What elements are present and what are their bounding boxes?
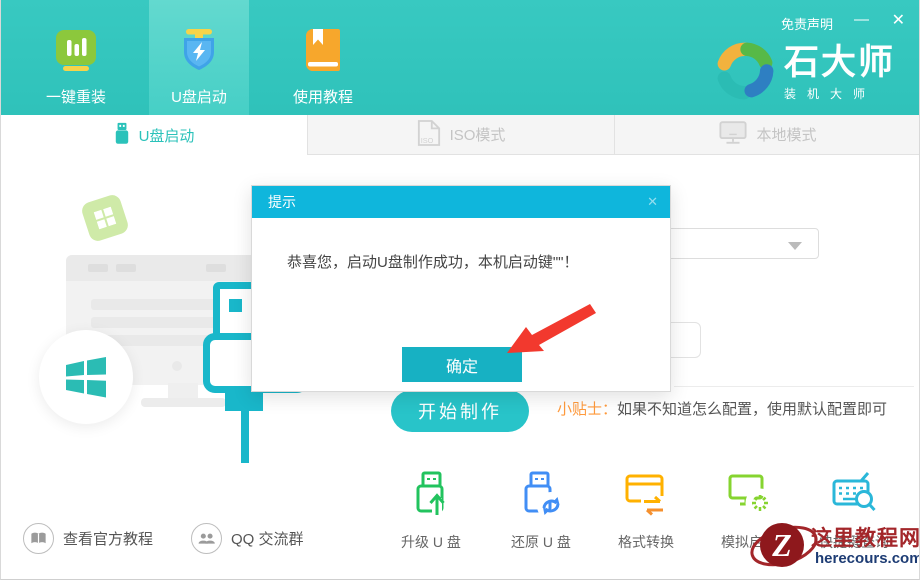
- nav-item-one-key-reinstall[interactable]: 一键重装: [26, 0, 126, 115]
- minimize-button[interactable]: —: [854, 11, 869, 28]
- svg-text:ISO: ISO: [420, 136, 433, 145]
- disclaimer-link[interactable]: 免责声明: [781, 14, 833, 33]
- monitor-stand-base: [141, 398, 226, 407]
- tool-label: 格式转换: [618, 532, 674, 552]
- usb-restore-icon: [518, 470, 564, 523]
- svg-text:Z: Z: [771, 527, 792, 563]
- brand-tagline: 装机大师: [784, 85, 895, 102]
- format-convert-icon: [623, 470, 669, 523]
- nav-label: U盘启动: [149, 86, 249, 107]
- tool-upgrade-usb[interactable]: 升级 U 盘: [383, 470, 479, 552]
- brand-logo: 石大师 装机大师: [714, 40, 895, 107]
- link-label: 查看官方教程: [63, 528, 153, 549]
- bar-chart-icon: [53, 27, 99, 73]
- start-make-button[interactable]: 开始制作: [391, 390, 529, 432]
- people-group-icon: [191, 523, 222, 554]
- tip-body: 如果不知道怎么配置，使用默认配置即可: [617, 401, 887, 418]
- tab-usb-boot[interactable]: U盘启动: [1, 115, 307, 155]
- dialog-titlebar: 提示 ✕: [252, 186, 670, 218]
- usb-stick-icon: [114, 122, 130, 149]
- monitor-stand: [168, 383, 198, 399]
- tab-label: U盘启动: [139, 125, 195, 146]
- watermark-domain: herecours.com: [815, 550, 920, 567]
- link-label: QQ 交流群: [231, 528, 304, 549]
- tab-local-mode[interactable]: 本地模式: [614, 115, 920, 155]
- monitor-icon: [719, 120, 747, 149]
- close-button[interactable]: ✕: [892, 10, 905, 30]
- qq-group-link[interactable]: QQ 交流群: [191, 523, 304, 554]
- dialog-message: 恭喜您，启动U盘制作成功，本机启动键""！: [287, 251, 640, 272]
- iso-file-icon: ISO: [417, 119, 441, 151]
- watermark-site-name: 这里教程网: [811, 522, 920, 552]
- tool-format-convert[interactable]: 格式转换: [598, 470, 694, 552]
- windows-logo-badge: [39, 330, 133, 424]
- tip-text: 小贴士：如果不知道怎么配置，使用默认配置即可: [557, 398, 887, 419]
- shield-usb-icon: [176, 27, 222, 73]
- tab-label: 本地模式: [756, 124, 816, 145]
- official-tutorial-link[interactable]: 查看官方教程: [23, 523, 153, 554]
- usb-drive-pin: [229, 299, 242, 312]
- tip-label: 小贴士：: [557, 401, 617, 418]
- dialog-title-text: 提示: [268, 194, 296, 210]
- site-watermark: Z 这里教程网 herecours.com: [747, 508, 920, 580]
- open-book-icon: [23, 523, 54, 554]
- tool-restore-usb[interactable]: 还原 U 盘: [493, 470, 589, 552]
- watermark-z-logo: Z: [747, 508, 819, 580]
- usb-upgrade-icon: [408, 470, 454, 523]
- brand-name: 石大师: [784, 45, 895, 81]
- tool-label: 还原 U 盘: [511, 532, 571, 552]
- usb-cable: [241, 410, 249, 463]
- header: 一键重装 U盘启动 使用教程: [1, 0, 920, 115]
- nav-item-tutorial[interactable]: 使用教程: [273, 0, 373, 115]
- book-icon: [300, 27, 346, 73]
- tab-label: ISO模式: [450, 124, 506, 145]
- chevron-down-icon: [788, 242, 802, 250]
- dialog-close-icon[interactable]: ✕: [647, 186, 658, 218]
- ok-button[interactable]: 确定: [402, 347, 522, 382]
- nav-label: 使用教程: [273, 86, 373, 107]
- usb-cable-plug: [225, 392, 263, 411]
- mode-tabbar: U盘启动 ISO ISO模式 本地模式: [1, 115, 920, 155]
- app-window: 一键重装 U盘启动 使用教程: [0, 0, 920, 580]
- main-area: 开始制作 小贴士：如果不知道怎么配置，使用默认配置即可 提示 ✕ 恭喜您，启动U…: [1, 155, 920, 580]
- windows-tile-icon: [80, 193, 130, 243]
- brand-swirl-icon: [714, 40, 776, 107]
- tab-iso-mode[interactable]: ISO ISO模式: [307, 115, 614, 155]
- prompt-dialog: 提示 ✕ 恭喜您，启动U盘制作成功，本机启动键""！ 确定: [251, 185, 671, 392]
- nav-label: 一键重装: [26, 86, 126, 107]
- nav-item-usb-boot[interactable]: U盘启动: [149, 0, 249, 115]
- tool-label: 升级 U 盘: [401, 532, 461, 552]
- section-divider: [674, 386, 914, 387]
